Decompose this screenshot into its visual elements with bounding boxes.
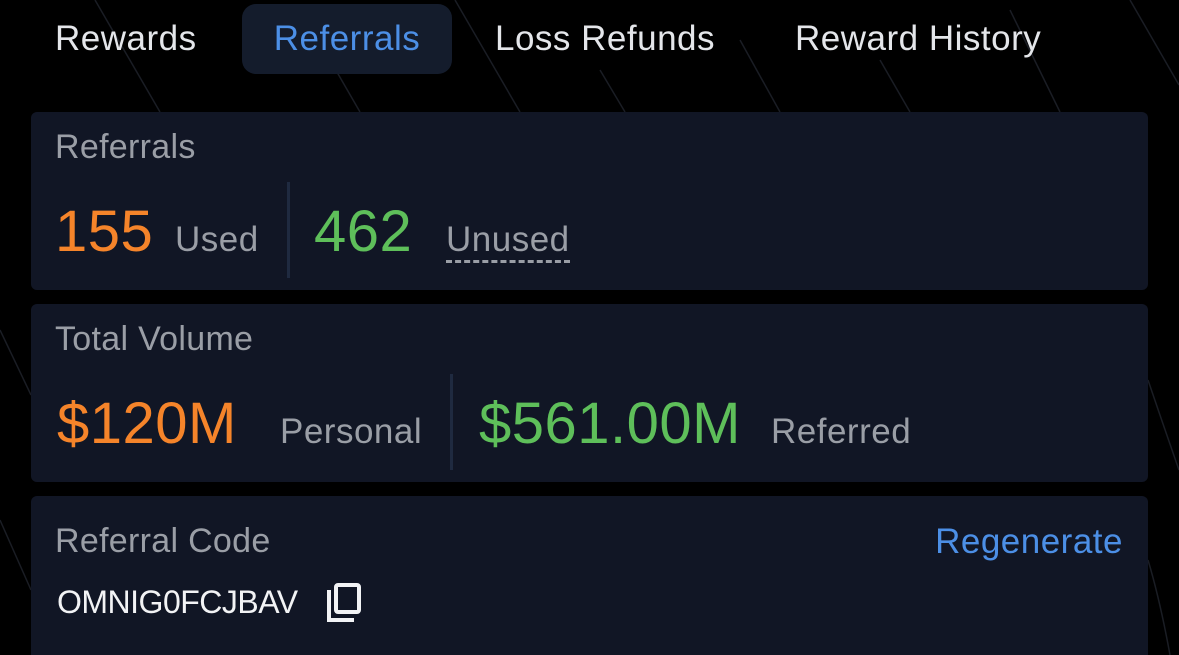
used-count: 155 — [55, 199, 154, 264]
tab-bar: Rewards Referrals Loss Refunds Reward Hi… — [0, 0, 1179, 80]
unused-label[interactable]: Unused — [446, 220, 570, 263]
tab-reward-history[interactable]: Reward History — [795, 4, 1041, 74]
volume-divider — [450, 374, 453, 470]
tab-rewards[interactable]: Rewards — [55, 4, 197, 74]
total-volume-title: Total Volume — [55, 320, 254, 358]
referrals-card: Referrals 155 Used 462 Unused — [31, 112, 1148, 290]
unused-count: 462 — [314, 199, 413, 264]
referrals-card-title: Referrals — [55, 128, 196, 166]
regenerate-button[interactable]: Regenerate — [935, 522, 1123, 562]
tab-loss-refunds[interactable]: Loss Refunds — [495, 4, 715, 74]
referral-code-value: OMNIG0FCJBAV — [57, 584, 298, 620]
referral-code-card: Referral Code Regenerate OMNIG0FCJBAV — [31, 496, 1148, 655]
referred-volume-value: $561.00M — [479, 391, 741, 456]
tab-referrals[interactable]: Referrals — [242, 4, 452, 74]
personal-volume-label: Personal — [280, 412, 423, 451]
copy-icon[interactable] — [325, 582, 365, 626]
used-label: Used — [175, 220, 259, 259]
personal-volume-value: $120M — [57, 391, 237, 456]
total-volume-card: Total Volume $120M Personal $561.00M Ref… — [31, 304, 1148, 482]
referrals-divider — [287, 182, 290, 278]
referred-volume-label: Referred — [771, 412, 912, 451]
referral-code-title: Referral Code — [55, 522, 271, 560]
referrals-screen: Rewards Referrals Loss Refunds Reward Hi… — [0, 0, 1179, 655]
